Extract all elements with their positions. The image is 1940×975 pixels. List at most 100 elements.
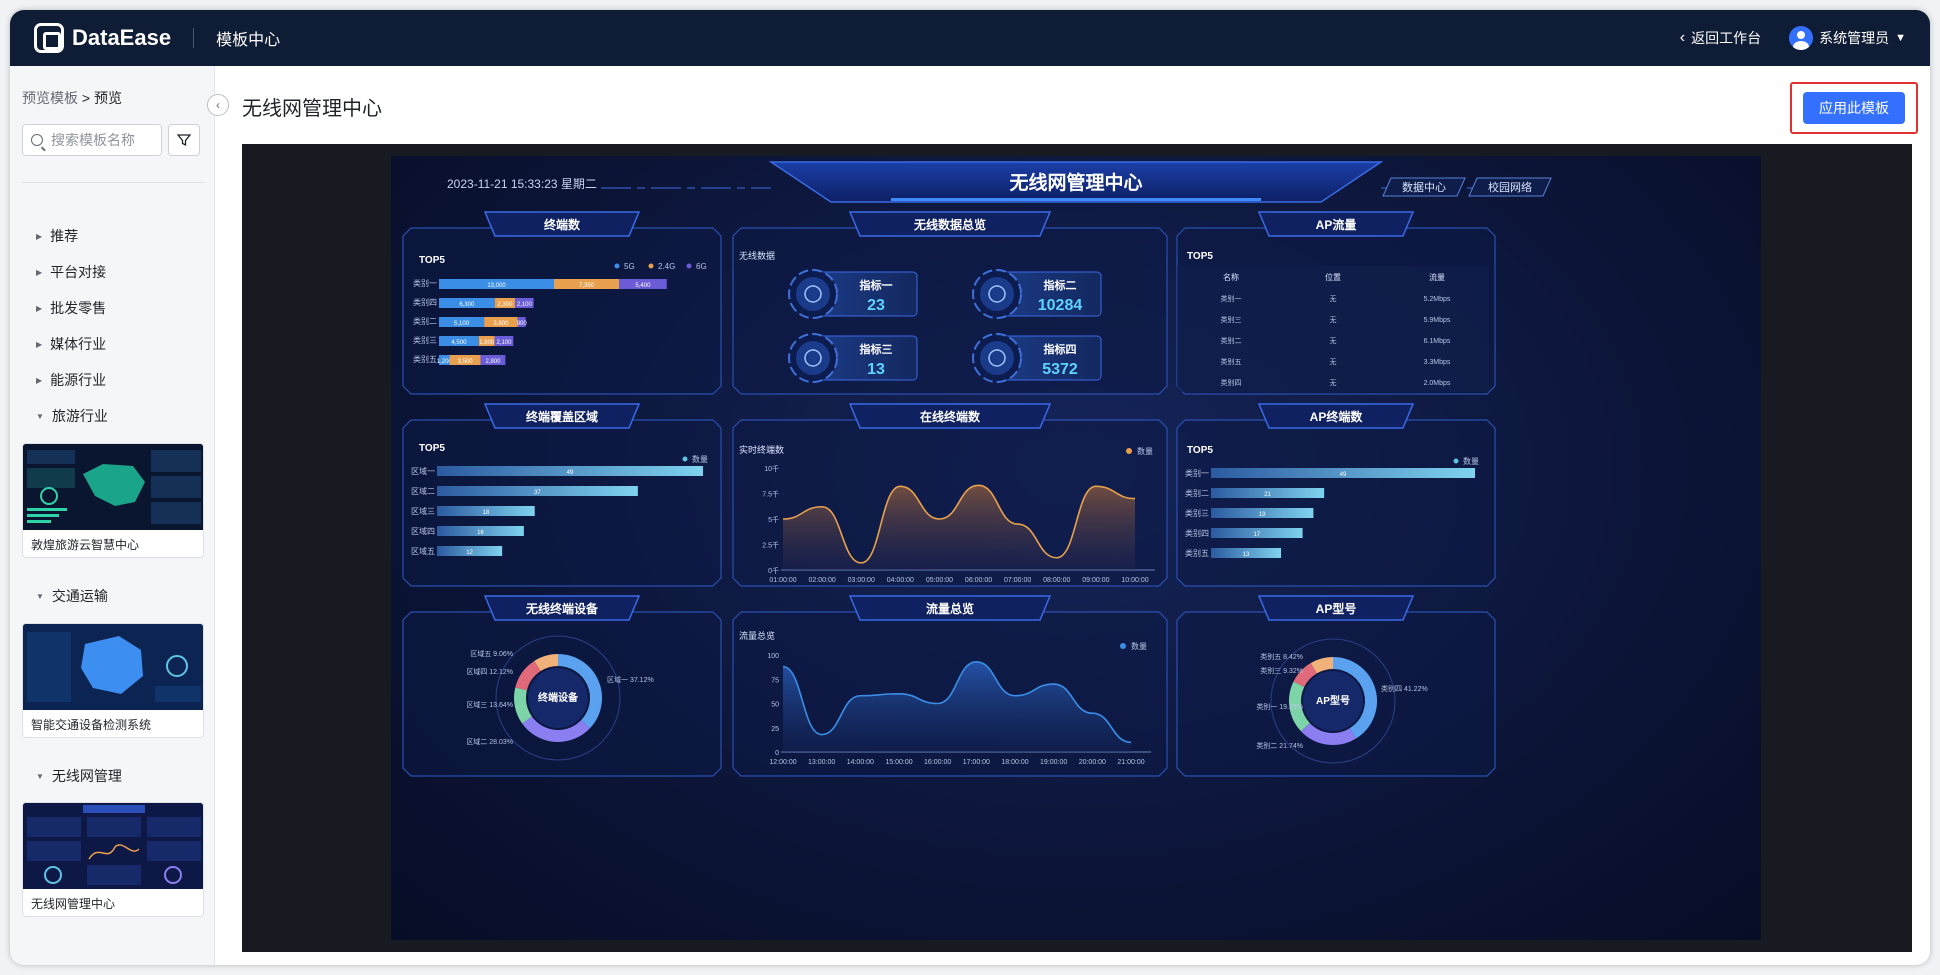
campus-network-button[interactable]: 校园网络	[1468, 177, 1552, 197]
table-cell: 类别一	[1221, 294, 1242, 303]
breadcrumb-root[interactable]: 预览模板	[22, 90, 78, 106]
y-tick: 5千	[768, 515, 779, 524]
category-tourism[interactable]: ▼ 旅游行业	[36, 406, 108, 426]
bar-value: 17	[1253, 532, 1260, 538]
collapse-sidebar-button[interactable]: ‹	[207, 94, 229, 116]
x-tick: 15:00:00	[885, 759, 912, 766]
kpi-label: 指标二	[1044, 278, 1077, 292]
bar-value: 13,000	[487, 283, 506, 289]
data-center-button[interactable]: 数据中心	[1382, 177, 1466, 197]
category-energy[interactable]: ▶ 能源行业	[36, 370, 106, 390]
x-tick: 20:00:00	[1079, 759, 1106, 766]
bar-value: 5,400	[635, 283, 651, 289]
dashboard-canvas: 无线网管理中心 2023-11-21 15:33:23 星期二 数据中心 校园网…	[402, 161, 1552, 777]
donut-slice	[534, 654, 559, 672]
panel-title: 在线终端数	[920, 409, 981, 424]
logo[interactable]: DataEase	[34, 23, 171, 53]
x-tick: 01:00:00	[769, 577, 796, 584]
bar-label: 类别四	[413, 297, 437, 307]
breadcrumb-separator: >	[81, 90, 91, 106]
panel-title: 流量总览	[926, 601, 974, 616]
bar-value: 12	[466, 550, 473, 556]
caret-right-icon: ▶	[36, 375, 43, 385]
template-card-traffic[interactable]: 智能交通设备检测系统	[22, 623, 204, 738]
x-tick: 19:00:00	[1040, 759, 1067, 766]
donut-label: 区域一 37.12%	[607, 675, 654, 684]
wireless-data-subtitle: 无线数据	[739, 250, 775, 261]
template-name: 智能交通设备检测系统	[31, 718, 152, 732]
bar-label: 类别四	[1185, 528, 1209, 538]
bar-label: 类别二	[413, 316, 437, 326]
dashboard-title: 无线网管理中心	[1009, 171, 1142, 194]
panel-title: AP流量	[1316, 217, 1357, 232]
category-platform[interactable]: ▶ 平台对接	[36, 262, 106, 282]
search-icon	[31, 134, 43, 146]
bar-label: 区域一	[411, 466, 435, 476]
template-card-dunhuang[interactable]: 敦煌旅游云智慧中心	[22, 443, 204, 558]
category-label: 无线网管理	[51, 768, 122, 784]
donut-slice	[514, 687, 533, 724]
table-cell: 类别四	[1221, 378, 1242, 387]
bar-value: 2,800	[485, 359, 501, 365]
bar-value: 900	[517, 321, 528, 327]
nav-template-center[interactable]: 模板中心	[216, 26, 280, 50]
caret-down-icon: ▼	[36, 591, 44, 601]
category-transport[interactable]: ▼ 交通运输	[36, 586, 108, 606]
apply-template-highlight: 应用此模板	[1790, 82, 1918, 134]
donut-label: 类别五 8.42%	[1260, 652, 1303, 661]
x-tick: 09:00:00	[1082, 577, 1109, 584]
bar-value: 49	[1340, 472, 1347, 478]
legend-qty: 数量	[1463, 456, 1479, 466]
table-cell: 无	[1330, 379, 1337, 387]
panel-title: 无线数据总览	[913, 217, 986, 232]
bar-label: 区域三	[411, 506, 435, 516]
donut-label: 类别二 21.74%	[1256, 741, 1303, 750]
realtime-subtitle: 实时终端数	[739, 444, 784, 455]
kpi-label: 指标三	[860, 342, 893, 356]
category-recommend[interactable]: ▶ 推荐	[36, 226, 78, 246]
template-card-wireless[interactable]: 无线网管理中心	[22, 802, 204, 917]
category-label: 旅游行业	[51, 408, 108, 424]
apply-template-button[interactable]: 应用此模板	[1803, 92, 1905, 124]
bar-value: 2,100	[497, 340, 513, 346]
caret-right-icon: ▶	[36, 339, 43, 349]
legend-24g: 2.4G	[658, 262, 675, 271]
legend-5g: 5G	[624, 262, 635, 271]
page-title: 无线网管理中心	[242, 98, 382, 120]
bar-value: 6,300	[459, 302, 475, 308]
kpi-icon-bg	[980, 277, 1014, 311]
legend-dot-2g	[648, 263, 654, 269]
category-media[interactable]: ▶ 媒体行业	[36, 334, 106, 354]
category-label: 媒体行业	[50, 336, 107, 352]
donut2-center: AP型号	[1316, 694, 1350, 707]
legend-qty: 数量	[1137, 446, 1153, 456]
chevron-left-icon: ‹	[216, 98, 220, 112]
user-menu[interactable]: 系统管理员 ▼	[1789, 26, 1906, 50]
search-input[interactable]: 搜索模板名称	[22, 124, 162, 156]
legend-dot	[682, 456, 688, 462]
table-header: 名称	[1223, 272, 1239, 282]
legend-qty: 数量	[1131, 641, 1147, 651]
legend-dot-6g	[686, 263, 692, 269]
bar-label: 区域二	[411, 486, 435, 496]
back-to-workbench-link[interactable]: ‹ 返回工作台	[1680, 28, 1761, 48]
breadcrumb-current: 预览	[93, 90, 122, 106]
template-thumbnail	[23, 444, 203, 530]
bar-value: 37	[534, 490, 541, 496]
caret-down-icon: ▼	[36, 771, 44, 781]
chevron-left-icon: ‹	[1679, 29, 1686, 46]
table-cell: 无	[1330, 316, 1337, 324]
topbar-divider	[193, 28, 195, 48]
template-thumbnail	[23, 803, 203, 889]
donut-label: 区域二 28.03%	[466, 737, 513, 746]
x-tick: 07:00:00	[1004, 577, 1031, 584]
sidebar-divider	[22, 182, 204, 183]
panel-subtitle: TOP5	[1187, 251, 1213, 262]
category-wireless[interactable]: ▼ 无线网管理	[36, 766, 122, 786]
filter-button[interactable]	[168, 124, 200, 156]
traffic-subtitle: 流量总览	[739, 630, 775, 641]
table-cell: 类别五	[1221, 357, 1242, 366]
table-header: 位置	[1325, 272, 1341, 282]
category-retail[interactable]: ▶ 批发零售	[36, 298, 106, 318]
topbar-right: ‹ 返回工作台 系统管理员 ▼	[1680, 26, 1906, 50]
